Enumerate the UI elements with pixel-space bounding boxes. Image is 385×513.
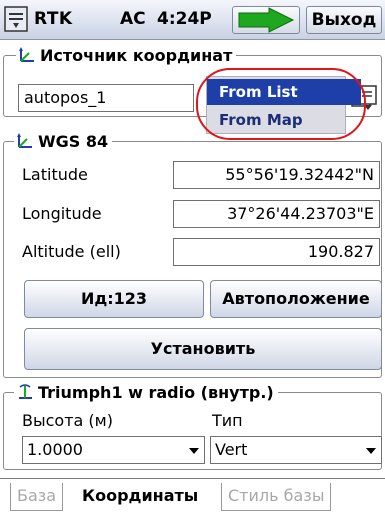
chevron-down-icon <box>189 448 199 454</box>
source-point-field[interactable]: autopos_1 <box>18 84 194 112</box>
longitude-label: Longitude <box>22 204 102 223</box>
source-group-title: Источник координат <box>40 45 233 65</box>
app-title: RTK <box>34 9 73 29</box>
type-label: Тип <box>212 411 243 430</box>
chevron-down-icon <box>366 448 376 454</box>
wgs84-legend: WGS 84 <box>14 130 113 152</box>
latitude-label: Latitude <box>22 165 88 184</box>
right-arrow-icon <box>238 7 295 33</box>
id-button[interactable]: Ид:123 <box>24 280 204 318</box>
set-button[interactable]: Установить <box>24 328 382 370</box>
tab-coordinates[interactable]: Координаты <box>76 483 205 511</box>
coordinate-axes-icon <box>17 133 32 148</box>
power-status: AC <box>120 9 146 29</box>
antenna-icon <box>19 384 32 399</box>
highlight-ring <box>196 68 366 140</box>
height-combo[interactable]: 1.0000 <box>22 436 205 464</box>
height-value: 1.0000 <box>27 440 83 459</box>
tab-base-style[interactable]: Стиль базы <box>221 483 332 511</box>
start-menu-icon[interactable] <box>4 6 28 32</box>
antenna-legend: Triumph1 w radio (внутр.) <box>14 381 278 403</box>
clock: 4:24P <box>157 9 212 29</box>
antenna-title: Triumph1 w radio (внутр.) <box>38 382 274 402</box>
altitude-field[interactable]: 190.827 <box>173 238 380 266</box>
type-value: Vert <box>215 440 248 459</box>
autoposition-button[interactable]: Автоположение <box>210 280 382 318</box>
exit-button[interactable]: Выход <box>306 6 382 34</box>
tab-base[interactable]: База <box>10 483 64 511</box>
latitude-field[interactable]: 55°56'19.32442"N <box>173 161 380 189</box>
coordinate-axes-icon <box>19 47 34 62</box>
altitude-label: Altitude (ell) <box>22 242 121 261</box>
longitude-field[interactable]: 37°26'44.23703"E <box>173 200 380 228</box>
source-group-legend: Источник координат <box>16 44 237 66</box>
height-label: Высота (м) <box>22 411 113 430</box>
next-arrow-button[interactable] <box>232 6 300 34</box>
wgs84-title: WGS 84 <box>38 131 109 151</box>
type-combo[interactable]: Vert <box>210 436 382 464</box>
